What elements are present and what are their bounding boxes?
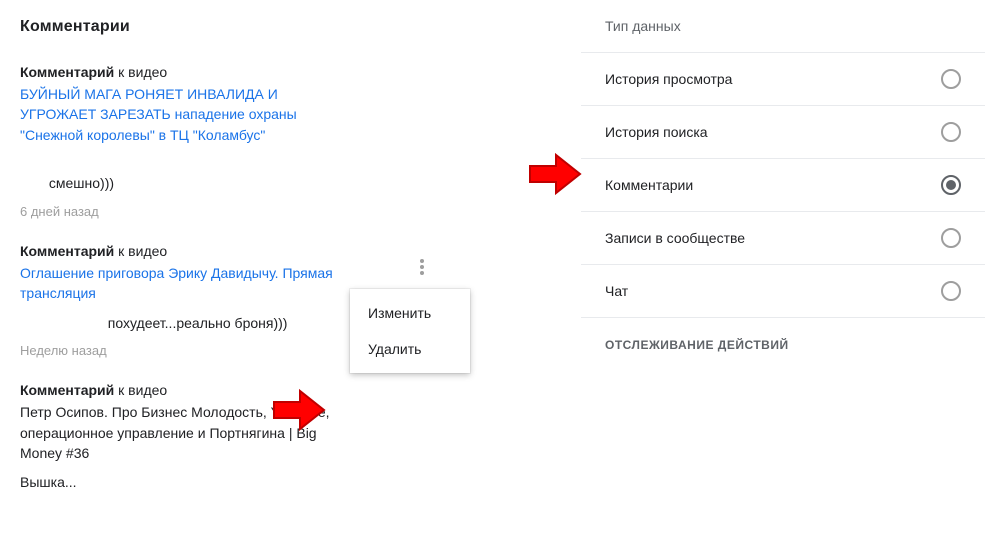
radio-icon <box>941 122 961 142</box>
radio-icon <box>941 281 961 301</box>
comment-text-tail: смешно))) <box>49 175 114 191</box>
comment-text: похудеет...реально броня))) <box>20 314 340 334</box>
comment-prefix: Комментарий к видео <box>20 382 167 398</box>
comment-item: Комментарий к видео Оглашение приговора … <box>20 243 560 358</box>
radio-icon <box>941 69 961 89</box>
comment-item: Комментарий к видео БУЙНЫЙ МАГА РОНЯЕТ И… <box>20 64 560 219</box>
kebab-icon <box>420 259 424 275</box>
comment-text: смешно))) <box>20 155 340 194</box>
comments-panel: Комментарии Комментарий к видео БУЙНЫЙ М… <box>0 0 580 559</box>
option-label: Записи в сообществе <box>605 230 745 246</box>
comment-timestamp: 6 дней назад <box>20 204 560 219</box>
data-type-panel: Тип данных История просмотра История пои… <box>580 0 985 559</box>
data-type-option-chat[interactable]: Чат <box>581 264 985 317</box>
tracking-header: ОТСЛЕЖИВАНИЕ ДЕЙСТВИЙ <box>581 317 985 360</box>
section-header: Тип данных <box>581 0 985 52</box>
page-title: Комментарии <box>20 18 560 36</box>
comment-timestamp: Неделю назад <box>20 343 560 358</box>
context-menu: Изменить Удалить <box>350 289 470 373</box>
data-type-option-search-history[interactable]: История поиска <box>581 105 985 158</box>
option-label: Чат <box>605 283 628 299</box>
radio-icon <box>941 175 961 195</box>
data-type-option-community-posts[interactable]: Записи в сообществе <box>581 211 985 264</box>
option-label: История поиска <box>605 124 708 140</box>
option-label: История просмотра <box>605 71 732 87</box>
menu-item-delete[interactable]: Удалить <box>350 331 470 367</box>
comment-text: Вышка... <box>20 473 340 493</box>
video-title-link[interactable]: БУЙНЫЙ МАГА РОНЯЕТ ИНВАЛИДА И УГРОЖАЕТ З… <box>20 84 340 145</box>
video-title-link[interactable]: Оглашение приговора Эрику Давидычу. Прям… <box>20 263 340 304</box>
comment-prefix: Комментарий к видео <box>20 243 167 259</box>
annotation-arrow-icon <box>272 388 327 433</box>
comment-text-tail: похудеет...реально броня))) <box>108 315 288 331</box>
data-type-option-comments[interactable]: Комментарии <box>581 158 985 211</box>
option-label: Комментарии <box>605 177 693 193</box>
comment-prefix: Комментарий к видео <box>20 64 167 80</box>
menu-item-edit[interactable]: Изменить <box>350 295 470 331</box>
annotation-arrow-icon <box>528 152 583 197</box>
data-type-option-watch-history[interactable]: История просмотра <box>581 52 985 105</box>
radio-icon <box>941 228 961 248</box>
more-options-button[interactable] <box>410 255 434 279</box>
